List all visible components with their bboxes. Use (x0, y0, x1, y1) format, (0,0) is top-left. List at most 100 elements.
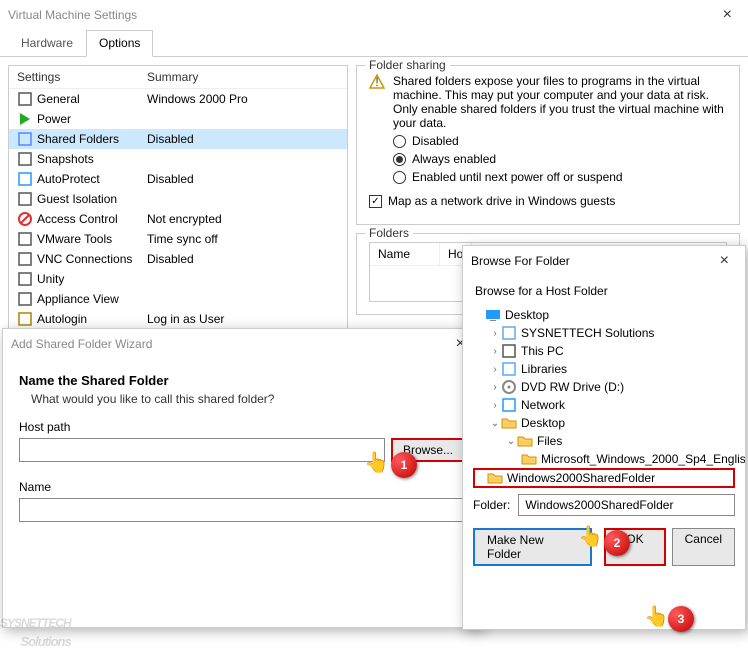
badge-2: 2 (604, 530, 630, 556)
host-path-input[interactable] (19, 438, 385, 462)
tree-label: Network (521, 398, 565, 412)
settings-list: Settings Summary GeneralWindows 2000 Pro… (8, 65, 348, 350)
setting-name: Guest Isolation (37, 192, 147, 206)
setting-appliance-view[interactable]: Appliance View (9, 289, 347, 309)
make-new-folder-button[interactable]: Make New Folder (473, 528, 592, 566)
setting-name: AutoProtect (37, 172, 147, 186)
expand-icon[interactable]: ⌄ (505, 436, 517, 447)
folder-icon (521, 451, 537, 467)
setting-vnc-connections[interactable]: VNC ConnectionsDisabled (9, 249, 347, 269)
folder-tree[interactable]: Desktop›SYSNETTECH Solutions›This PC›Lib… (463, 306, 745, 488)
radio-disabled[interactable]: Disabled (393, 134, 727, 148)
play-icon (17, 111, 33, 127)
expand-icon[interactable]: › (489, 364, 501, 375)
monitor-icon (17, 91, 33, 107)
tree-label: Microsoft_Windows_2000_Sp4_English (541, 452, 745, 466)
setting-shared-folders[interactable]: Shared FoldersDisabled (9, 129, 347, 149)
grid-icon (17, 251, 33, 267)
setting-unity[interactable]: Unity (9, 269, 347, 289)
tab-hardware[interactable]: Hardware (8, 30, 86, 56)
lock-icon (17, 191, 33, 207)
browse-title: Browse For Folder (471, 254, 712, 268)
tree-item[interactable]: Microsoft_Windows_2000_Sp4_English (473, 450, 735, 468)
tree-item[interactable]: Desktop (473, 306, 735, 324)
setting-name: VMware Tools (37, 232, 147, 246)
desktop-icon (485, 307, 501, 323)
folder-label: Folder: (473, 498, 510, 512)
col-settings: Settings (9, 66, 139, 88)
setting-name: Appliance View (37, 292, 147, 306)
key-icon (17, 311, 33, 327)
setting-name: VNC Connections (37, 252, 147, 266)
warning-text: Shared folders expose your files to prog… (393, 74, 727, 130)
setting-name: Snapshots (37, 152, 147, 166)
expand-icon[interactable]: › (489, 328, 501, 339)
wizard-title: Add Shared Folder Wizard (11, 337, 448, 351)
close-icon[interactable]: × (712, 252, 737, 270)
setting-summary: Not encrypted (147, 212, 222, 226)
tree-label: This PC (521, 344, 564, 358)
tree-label: Libraries (521, 362, 567, 376)
name-label: Name (19, 480, 465, 494)
tree-item[interactable]: Windows2000SharedFolder (473, 468, 735, 488)
setting-summary: Disabled (147, 252, 194, 266)
folder-input[interactable] (518, 494, 735, 516)
add-shared-folder-wizard: Add Shared Folder Wizard × Name the Shar… (2, 328, 482, 628)
setting-autoprotect[interactable]: AutoProtectDisabled (9, 169, 347, 189)
badge-3: 3 (668, 606, 694, 632)
col-summary: Summary (139, 66, 206, 88)
setting-name: Power (37, 112, 147, 126)
browse-sub: Browse for a Host Folder (463, 276, 745, 306)
expand-icon[interactable]: › (489, 346, 501, 357)
setting-power[interactable]: Power (9, 109, 347, 129)
expand-icon[interactable]: › (489, 400, 501, 411)
setting-name: General (37, 92, 147, 106)
union-icon (17, 271, 33, 287)
name-input[interactable] (19, 498, 465, 522)
setting-snapshots[interactable]: Snapshots (9, 149, 347, 169)
watermark: SYSNETTECH Solutions (0, 602, 71, 649)
close-icon[interactable]: × (715, 6, 740, 24)
lib-icon (501, 361, 517, 377)
tree-item[interactable]: ⌄ Files (473, 432, 735, 450)
warning-icon: ! (369, 74, 385, 93)
setting-name: Shared Folders (37, 132, 147, 146)
tree-item[interactable]: › DVD RW Drive (D:) (473, 378, 735, 396)
setting-vmware-tools[interactable]: VMware ToolsTime sync off (9, 229, 347, 249)
folder-icon (501, 415, 517, 431)
cancel-button[interactable]: Cancel (672, 528, 735, 566)
setting-access-control[interactable]: Access ControlNot encrypted (9, 209, 347, 229)
tree-label: DVD RW Drive (D:) (521, 380, 624, 394)
setting-guest-isolation[interactable]: Guest Isolation (9, 189, 347, 209)
folder-icon (487, 470, 503, 486)
share-icon (17, 131, 33, 147)
setting-general[interactable]: GeneralWindows 2000 Pro (9, 89, 347, 109)
expand-icon[interactable]: ⌄ (489, 418, 501, 429)
setting-autologin[interactable]: AutologinLog in as User (9, 309, 347, 329)
window-title: Virtual Machine Settings (8, 8, 715, 22)
tree-item[interactable]: › This PC (473, 342, 735, 360)
setting-name: Unity (37, 272, 147, 286)
tree-label: Desktop (505, 308, 549, 322)
folders-title: Folders (365, 226, 413, 240)
radio-until[interactable]: Enabled until next power off or suspend (393, 170, 727, 184)
expand-icon[interactable]: › (489, 382, 501, 393)
tree-item[interactable]: › Libraries (473, 360, 735, 378)
tree-item[interactable]: ⌄Desktop (473, 414, 735, 432)
disc-icon (501, 379, 517, 395)
check-map-drive[interactable]: Map as a network drive in Windows guests (369, 194, 727, 208)
wizard-sub: What would you like to call this shared … (31, 392, 465, 406)
tab-options[interactable]: Options (86, 30, 153, 57)
setting-summary: Log in as User (147, 312, 224, 326)
noentry-icon (17, 211, 33, 227)
wizard-heading: Name the Shared Folder (19, 373, 465, 388)
tree-label: Files (537, 434, 562, 448)
tree-item[interactable]: ›SYSNETTECH Solutions (473, 324, 735, 342)
setting-summary: Disabled (147, 172, 194, 186)
radio-always[interactable]: Always enabled (393, 152, 727, 166)
tools-icon (17, 231, 33, 247)
cursor-icon: 👆 (364, 450, 389, 475)
tree-item[interactable]: › Network (473, 396, 735, 414)
setting-summary: Windows 2000 Pro (147, 92, 248, 106)
tree-label: Windows2000SharedFolder (507, 471, 655, 485)
